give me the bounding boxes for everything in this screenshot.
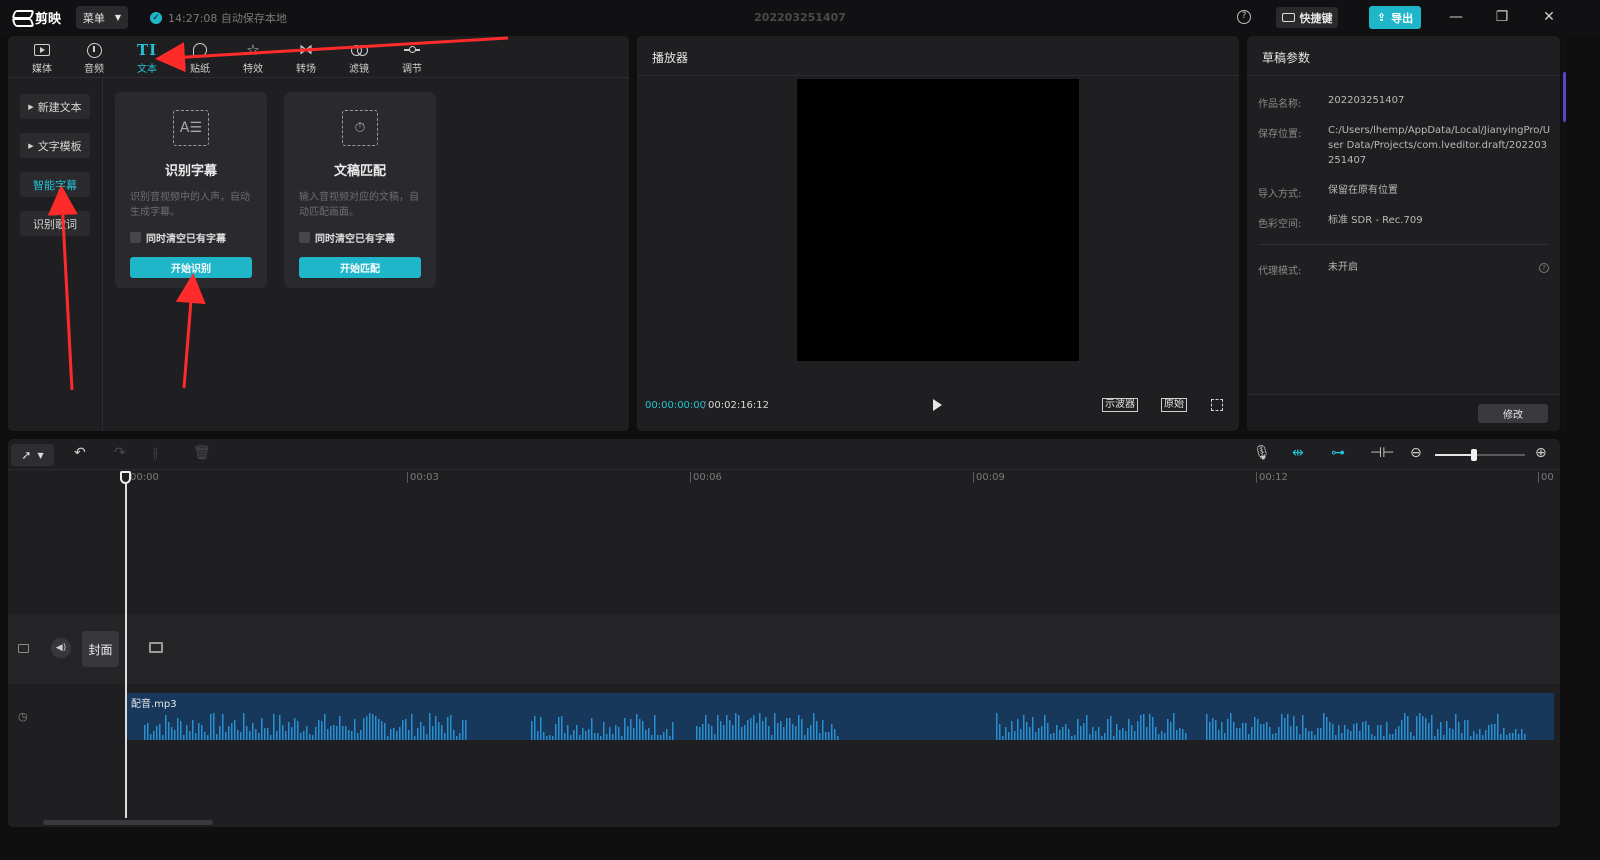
arrow-to-start-recognize xyxy=(175,273,206,389)
arrow-to-text-tab xyxy=(155,36,509,73)
annotation-arrows xyxy=(47,36,509,391)
arrow-to-smart-subtitle xyxy=(47,185,78,391)
